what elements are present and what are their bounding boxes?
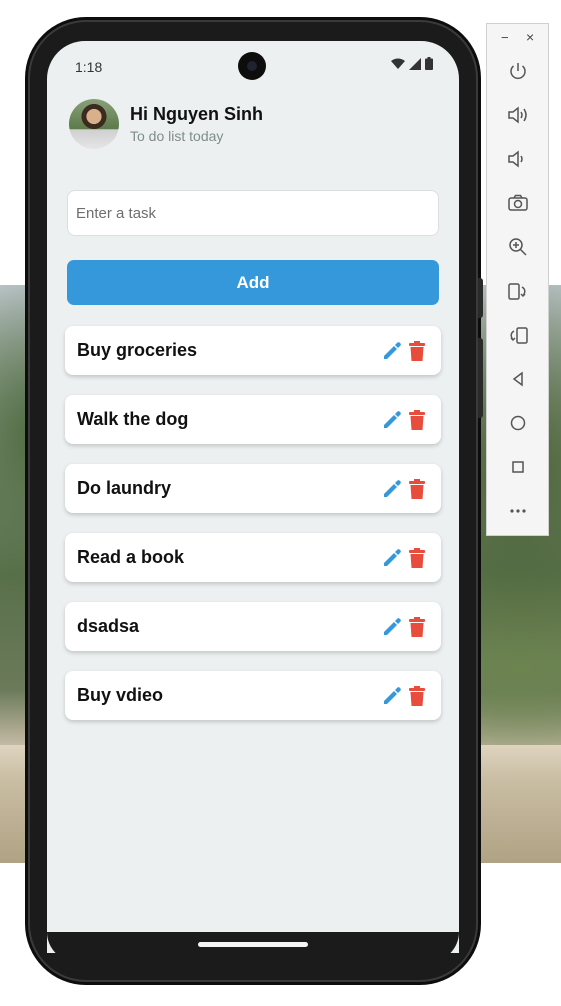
greeting-title: Hi Nguyen Sinh: [130, 104, 264, 124]
status-bar: 1:18: [47, 41, 459, 91]
minimize-button[interactable]: −: [501, 30, 509, 45]
home-gesture-bar[interactable]: [198, 942, 308, 947]
trash-icon[interactable]: [407, 616, 427, 638]
avatar: [69, 99, 119, 149]
battery-icon: [425, 57, 433, 75]
trash-icon[interactable]: [407, 685, 427, 707]
task-item: Buy groceries: [65, 326, 441, 375]
home-icon[interactable]: [503, 408, 533, 438]
pencil-icon[interactable]: [382, 340, 402, 362]
status-time: 1:18: [75, 59, 103, 75]
add-task-button[interactable]: Add: [67, 260, 439, 305]
task-item: dsadsa: [65, 602, 441, 651]
volume-up-icon[interactable]: [503, 100, 533, 130]
trash-icon[interactable]: [407, 340, 427, 362]
user-header: Hi Nguyen Sinh To do list today: [69, 99, 263, 149]
task-text: Read a book: [77, 547, 185, 567]
task-text: Buy vdieo: [77, 685, 164, 705]
power-icon[interactable]: [503, 56, 533, 86]
task-item: Read a book: [65, 533, 441, 582]
zoom-icon[interactable]: [503, 232, 533, 262]
task-text: Walk the dog: [77, 409, 189, 429]
status-icons: [391, 57, 433, 75]
rotate-left-icon[interactable]: [503, 276, 533, 306]
phone-frame: 1:18 Hi Nguyen Sinh To do list today Ent…: [28, 20, 483, 982]
pencil-icon[interactable]: [382, 685, 402, 707]
trash-icon[interactable]: [407, 478, 427, 500]
overview-icon[interactable]: [503, 452, 533, 482]
wifi-icon: [391, 57, 405, 75]
greeting-subtitle: To do list today: [130, 128, 224, 144]
task-list: Buy groceries Walk the dog Do laundry Re…: [65, 326, 441, 740]
more-icon[interactable]: [503, 496, 533, 526]
pencil-icon[interactable]: [382, 547, 402, 569]
back-icon[interactable]: [503, 364, 533, 394]
app-screen: 1:18 Hi Nguyen Sinh To do list today Ent…: [47, 41, 459, 953]
camera-icon[interactable]: [503, 188, 533, 218]
phone-volume-button: [478, 338, 483, 418]
task-text: dsadsa: [77, 616, 140, 636]
volume-down-icon[interactable]: [503, 144, 533, 174]
close-button[interactable]: ×: [526, 29, 534, 45]
trash-icon[interactable]: [407, 547, 427, 569]
rotate-right-icon[interactable]: [503, 320, 533, 350]
task-item: Walk the dog: [65, 395, 441, 444]
phone-side-button: [478, 278, 483, 318]
screen-bottom-bezel: [47, 932, 459, 962]
signal-icon: [409, 57, 421, 75]
task-item: Buy vdieo: [65, 671, 441, 720]
task-text: Buy groceries: [77, 340, 198, 360]
emulator-toolbar: − ×: [486, 23, 549, 536]
task-text: Do laundry: [77, 478, 172, 498]
task-item: Do laundry: [65, 464, 441, 513]
pencil-icon[interactable]: [382, 478, 402, 500]
trash-icon[interactable]: [407, 409, 427, 431]
front-camera: [238, 52, 266, 80]
pencil-icon[interactable]: [382, 616, 402, 638]
task-input[interactable]: [67, 190, 439, 236]
pencil-icon[interactable]: [382, 409, 402, 431]
